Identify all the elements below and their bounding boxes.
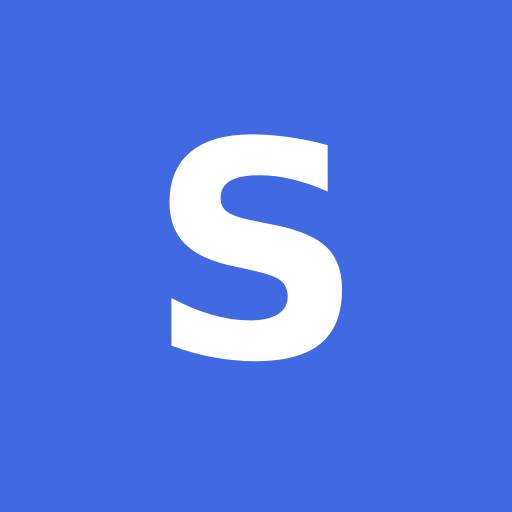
avatar-initial: S: [147, 79, 365, 428]
avatar-tile: S: [0, 0, 512, 512]
